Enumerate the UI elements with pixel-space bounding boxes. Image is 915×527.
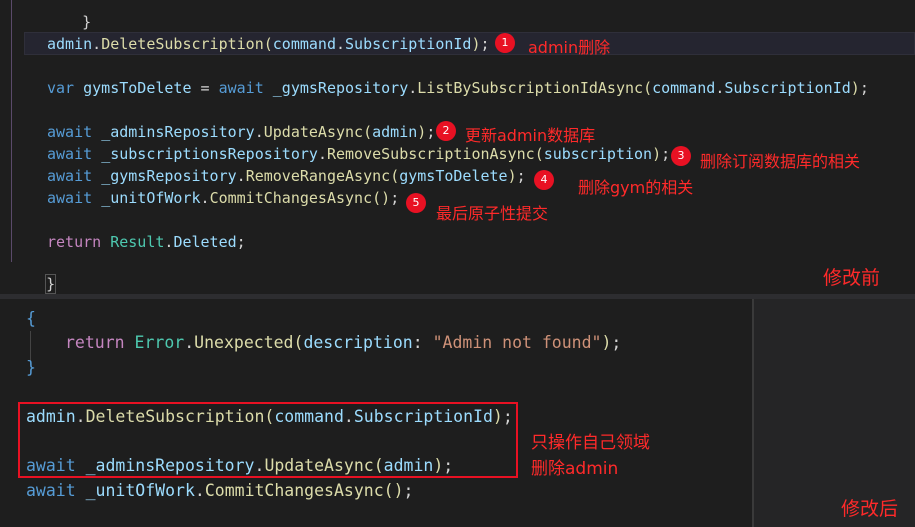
type-name: Result bbox=[110, 233, 165, 251]
code-line-gyms-to-delete[interactable]: var gymsToDelete = await _gymsRepository… bbox=[47, 78, 869, 98]
method-name: RemoveRangeAsync bbox=[245, 167, 391, 185]
identifier: _subscriptionsRepository bbox=[101, 145, 318, 163]
method-name: RemoveSubscriptionAsync bbox=[326, 145, 535, 163]
label-before: 修改前 bbox=[823, 267, 881, 289]
keyword: await bbox=[47, 145, 93, 163]
annotation-atomic-commit: 最后原子性提交 bbox=[436, 204, 549, 223]
keyword: var bbox=[47, 79, 75, 97]
indent-guide bbox=[11, 0, 12, 262]
code-line-commit[interactable]: await _unitOfWork.CommitChangesAsync(); bbox=[26, 481, 413, 501]
panel-divider bbox=[752, 299, 754, 527]
code-line-return-error[interactable]: return Error.Unexpected(description: "Ad… bbox=[65, 333, 621, 353]
code-line[interactable]: } bbox=[10, 254, 57, 294]
method-name: UpdateAsync bbox=[263, 123, 364, 141]
brace: { bbox=[26, 309, 36, 328]
brace: } bbox=[26, 358, 36, 377]
string-literal: "Admin not found" bbox=[432, 333, 602, 352]
code-line-remove-gyms[interactable]: await _gymsRepository.RemoveRangeAsync(g… bbox=[47, 166, 526, 186]
parameter-name: description bbox=[303, 333, 413, 352]
code-line-update-admin[interactable]: await _adminsRepository.UpdateAsync(admi… bbox=[47, 122, 435, 142]
identifier: command bbox=[652, 79, 716, 97]
identifier: admin bbox=[47, 35, 93, 53]
identifier: Deleted bbox=[173, 233, 237, 251]
identifier: subscription bbox=[543, 145, 653, 163]
code-line[interactable]: } bbox=[26, 358, 36, 378]
identifier: _unitOfWork bbox=[85, 481, 195, 500]
step-badge-3: 3 bbox=[671, 146, 691, 166]
code-line-commit[interactable]: await _unitOfWork.CommitChangesAsync(); bbox=[47, 188, 399, 208]
annotation-delete-subscription-db: 删除订阅数据库的相关 bbox=[700, 152, 861, 171]
keyword: await bbox=[218, 79, 264, 97]
annotation-delete-gym: 删除gym的相关 bbox=[578, 178, 694, 197]
code-line[interactable]: { bbox=[26, 309, 36, 329]
keyword: await bbox=[47, 189, 93, 207]
identifier: SubscriptionId bbox=[724, 79, 851, 97]
identifier: _unitOfWork bbox=[101, 189, 201, 207]
label-after: 修改后 bbox=[841, 498, 899, 520]
keyword: return bbox=[65, 333, 125, 352]
annotation-admin-delete: admin删除 bbox=[528, 38, 611, 57]
annotation-update-admin-db: 更新admin数据库 bbox=[465, 126, 596, 145]
step-badge-1: 1 bbox=[495, 33, 515, 53]
brace: } bbox=[82, 13, 92, 31]
identifier: command bbox=[272, 35, 336, 53]
highlight-box bbox=[18, 402, 518, 478]
keyword: await bbox=[47, 123, 93, 141]
code-line-delete-subscription[interactable]: admin.DeleteSubscription(command.Subscri… bbox=[47, 34, 490, 54]
identifier: gymsToDelete bbox=[83, 79, 192, 97]
editor-side-panel bbox=[752, 299, 915, 527]
annotation-delete-admin: 删除admin bbox=[531, 459, 619, 479]
brace: } bbox=[45, 274, 57, 294]
code-line-remove-subscription[interactable]: await _subscriptionsRepository.RemoveSub… bbox=[47, 144, 670, 164]
method-name: ListBySubscriptionIdAsync bbox=[417, 79, 644, 97]
identifier: gymsToDelete bbox=[399, 167, 508, 185]
step-badge-2: 2 bbox=[436, 121, 456, 141]
keyword: await bbox=[47, 167, 93, 185]
keyword: return bbox=[47, 233, 102, 251]
identifier: _gymsRepository bbox=[101, 167, 237, 185]
identifier: SubscriptionId bbox=[345, 35, 472, 53]
step-badge-5: 5 bbox=[406, 193, 426, 213]
method-name: DeleteSubscription bbox=[101, 35, 264, 53]
keyword: await bbox=[26, 481, 76, 500]
method-name: CommitChangesAsync bbox=[204, 481, 384, 500]
identifier: _adminsRepository bbox=[101, 123, 255, 141]
code-editor-before: } admin.DeleteSubscription(command.Subsc… bbox=[0, 0, 915, 294]
code-editor-after: { return Error.Unexpected(description: "… bbox=[0, 299, 752, 527]
code-line-return[interactable]: return Result.Deleted; bbox=[47, 232, 246, 252]
identifier: _gymsRepository bbox=[272, 79, 409, 97]
annotation-own-domain-only: 只操作自己领域 bbox=[531, 433, 650, 453]
method-name: Unexpected bbox=[194, 333, 294, 352]
step-badge-4: 4 bbox=[534, 170, 554, 190]
method-name: CommitChangesAsync bbox=[209, 189, 373, 207]
identifier: admin bbox=[372, 123, 418, 141]
type-name: Error bbox=[134, 333, 185, 352]
